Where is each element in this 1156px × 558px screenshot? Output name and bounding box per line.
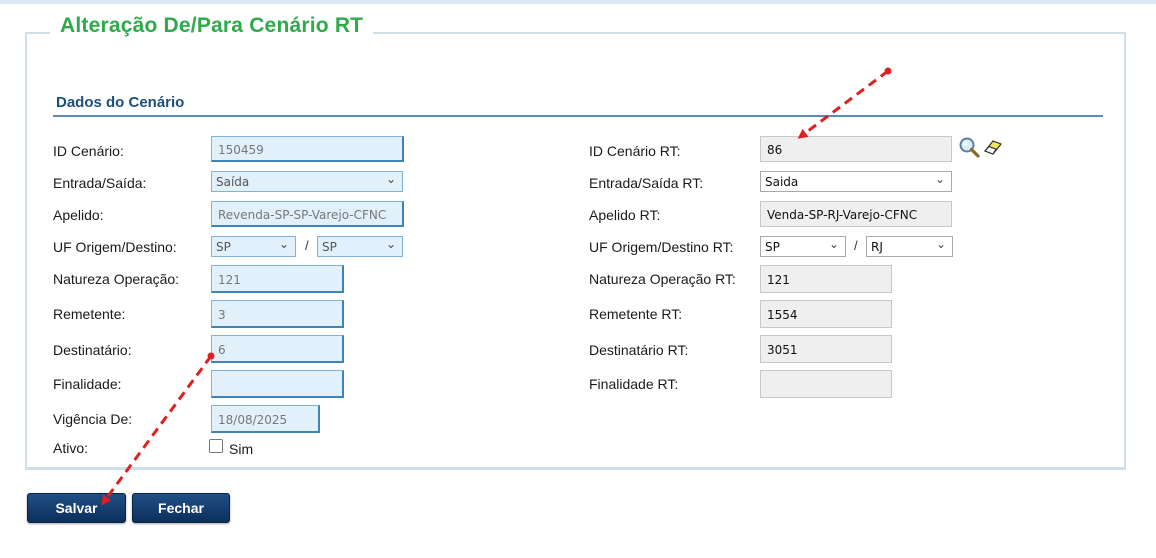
chevron-down-icon: ⌄ xyxy=(934,172,945,186)
remetente-rt-field[interactable]: 1554 xyxy=(760,300,892,328)
chevron-down-icon: ⌄ xyxy=(385,237,396,251)
chevron-down-icon: ⌄ xyxy=(278,237,289,251)
uf-origem-value: SP xyxy=(216,240,231,254)
chevron-down-icon: ⌄ xyxy=(828,237,839,251)
ativo-label: Ativo: xyxy=(53,440,89,456)
form-frame xyxy=(25,32,1126,470)
entrada-saida-rt-label: Entrada/Saída RT: xyxy=(589,175,704,191)
id-cenario-field[interactable]: 150459 xyxy=(211,136,404,162)
finalidade-rt-label: Finalidade RT: xyxy=(589,376,679,392)
ativo-checkbox[interactable] xyxy=(209,439,223,453)
uf-separator: / xyxy=(305,238,309,253)
id-cenario-rt-label: ID Cenário RT: xyxy=(589,143,681,159)
natureza-operacao-rt-label: Natureza Operação RT: xyxy=(589,271,736,287)
apelido-rt-label: Apelido RT: xyxy=(589,207,661,223)
natureza-operacao-label: Natureza Operação: xyxy=(53,271,180,287)
ativo-checkbox-label[interactable]: Sim xyxy=(229,441,253,457)
page-title: Alteração De/Para Cenário RT xyxy=(50,14,374,38)
uf-origem-destino-rt-label: UF Origem/Destino RT: xyxy=(589,239,734,255)
uf-destino-value: SP xyxy=(322,240,337,254)
destinatario-label: Destinatário: xyxy=(53,342,132,358)
eraser-icon[interactable] xyxy=(983,138,1003,156)
chevron-down-icon: ⌄ xyxy=(385,172,396,186)
destinatario-field[interactable]: 6 xyxy=(211,335,344,363)
save-button[interactable]: Salvar xyxy=(27,493,126,523)
entrada-saida-value: Saída xyxy=(216,175,250,189)
apelido-field[interactable]: Revenda-SP-SP-Varejo-CFNC xyxy=(211,201,404,227)
uf-destino-rt-select[interactable]: RJ ⌄ xyxy=(866,236,953,257)
remetente-label: Remetente: xyxy=(53,306,126,322)
top-bar xyxy=(0,0,1156,4)
id-cenario-rt-field[interactable]: 86 xyxy=(760,136,952,162)
entrada-saida-rt-select[interactable]: Saida ⌄ xyxy=(760,171,952,192)
uf-origem-destino-label: UF Origem/Destino: xyxy=(53,239,177,255)
remetente-field[interactable]: 3 xyxy=(211,300,344,328)
id-cenario-label: ID Cenário: xyxy=(53,143,124,159)
destinatario-rt-field[interactable]: 3051 xyxy=(760,335,892,363)
vigencia-field[interactable]: 18/08/2025 xyxy=(211,405,320,433)
uf-origem-rt-select[interactable]: SP ⌄ xyxy=(760,236,846,257)
finalidade-field[interactable] xyxy=(211,370,344,398)
entrada-saida-label: Entrada/Saída: xyxy=(53,175,147,191)
destinatario-rt-label: Destinatário RT: xyxy=(589,342,689,358)
natureza-operacao-field[interactable]: 121 xyxy=(211,265,344,293)
chevron-down-icon: ⌄ xyxy=(935,237,946,251)
uf-origem-rt-value: SP xyxy=(765,240,780,254)
finalidade-rt-field[interactable] xyxy=(760,370,892,398)
remetente-rt-label: Remetente RT: xyxy=(589,306,683,322)
finalidade-label: Finalidade: xyxy=(53,376,122,392)
uf-origem-select[interactable]: SP ⌄ xyxy=(211,236,296,257)
natureza-operacao-rt-field[interactable]: 121 xyxy=(760,265,892,293)
entrada-saida-select[interactable]: Saída ⌄ xyxy=(211,171,403,192)
uf-destino-rt-value: RJ xyxy=(871,240,883,254)
section-title: Dados do Cenário xyxy=(56,94,185,111)
apelido-rt-field[interactable]: Venda-SP-RJ-Varejo-CFNC xyxy=(760,201,952,227)
entrada-saida-rt-value: Saida xyxy=(765,175,799,189)
close-button[interactable]: Fechar xyxy=(132,493,230,523)
vigencia-label: Vigência De: xyxy=(53,411,133,427)
apelido-label: Apelido: xyxy=(53,207,104,223)
magnifier-icon[interactable] xyxy=(958,136,980,158)
uf-destino-select[interactable]: SP ⌄ xyxy=(317,236,403,257)
section-divider xyxy=(53,115,1103,117)
uf-rt-separator: / xyxy=(854,238,858,253)
